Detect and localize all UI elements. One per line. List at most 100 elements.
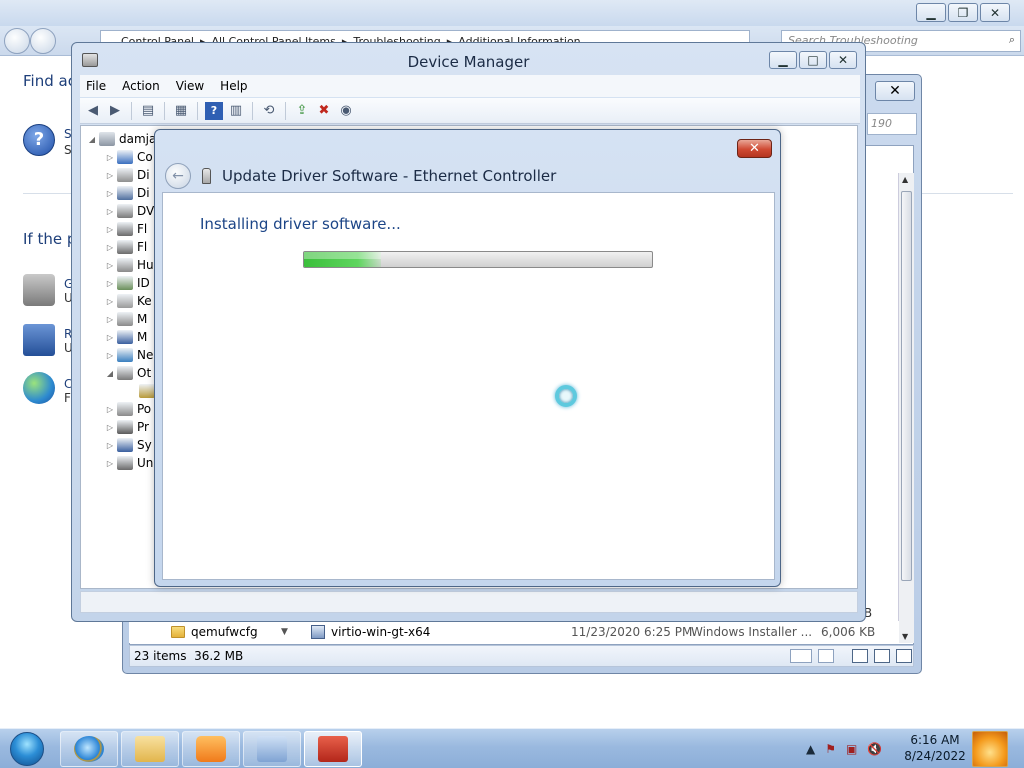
- windows-explorer-button[interactable]: [121, 731, 179, 767]
- search-input[interactable]: 190: [867, 113, 917, 135]
- expand-icon[interactable]: ▷: [105, 261, 115, 270]
- back-button[interactable]: [4, 28, 30, 54]
- clock-date: 8/24/2022: [904, 749, 966, 763]
- disable-icon[interactable]: ◉: [337, 102, 355, 120]
- scroll-down-icon[interactable]: ▼: [902, 632, 908, 641]
- file-name[interactable]: virtio-win-gt-x64: [331, 625, 571, 639]
- show-desktop-button[interactable]: [972, 731, 1008, 767]
- tree-category[interactable]: ▷ M: [105, 310, 147, 328]
- tree-category[interactable]: ▷ Sy: [105, 436, 152, 454]
- show-hide-tree-icon[interactable]: ▤: [139, 102, 157, 120]
- expand-icon[interactable]: ▷: [105, 225, 115, 234]
- tree-category[interactable]: ▷ M: [105, 328, 147, 346]
- menu-view[interactable]: View: [170, 79, 210, 93]
- volume-muted-icon[interactable]: 🔇: [867, 742, 882, 756]
- expand-icon[interactable]: ▷: [105, 441, 115, 450]
- expand-icon[interactable]: ▷: [105, 189, 115, 198]
- uninstall-icon[interactable]: ✖: [315, 102, 333, 120]
- back-arrow-icon[interactable]: ◀: [84, 102, 102, 120]
- menu-help[interactable]: Help: [214, 79, 253, 93]
- internet-explorer-button[interactable]: [60, 731, 118, 767]
- scroll-thumb[interactable]: [901, 191, 912, 581]
- expand-icon[interactable]: ▷: [105, 315, 115, 324]
- close-button[interactable]: ✕: [829, 51, 857, 69]
- preview-icon[interactable]: [818, 649, 834, 663]
- clock[interactable]: 6:16 AM 8/24/2022: [896, 732, 974, 764]
- update-driver-icon[interactable]: ⇪: [293, 102, 311, 120]
- tree-category[interactable]: ▷ DV: [105, 202, 154, 220]
- pane-icon[interactable]: [874, 649, 890, 663]
- view-icon[interactable]: ▥: [227, 102, 245, 120]
- tree-category[interactable]: ▷ Ke: [105, 292, 152, 310]
- tree-category[interactable]: ▷ Hu: [105, 256, 154, 274]
- expand-icon[interactable]: ▷: [105, 459, 115, 468]
- install-status-text: Installing driver software...: [200, 215, 401, 233]
- status-bar: [80, 591, 858, 613]
- expand-icon[interactable]: ▷: [105, 405, 115, 414]
- expand-icon[interactable]: ▷: [105, 351, 115, 360]
- expand-icon[interactable]: ▷: [105, 423, 115, 432]
- start-button[interactable]: [4, 730, 50, 768]
- tree-category[interactable]: ▷ Fl: [105, 238, 147, 256]
- network-icon[interactable]: ▣: [846, 742, 857, 756]
- tree-category[interactable]: ▷ Di: [105, 184, 150, 202]
- back-arrow-icon[interactable]: ←: [165, 163, 191, 189]
- collapse-icon[interactable]: ◢: [87, 135, 97, 144]
- tree-category[interactable]: ▷ ID: [105, 274, 150, 292]
- action-center-flag-icon[interactable]: ⚑: [825, 742, 836, 756]
- tree-folder-label[interactable]: qemufwcfg: [191, 625, 281, 639]
- tree-root[interactable]: ◢ damja: [87, 130, 156, 148]
- device-manager-button[interactable]: [304, 731, 362, 767]
- device-category-icon: [117, 456, 133, 470]
- menu-file[interactable]: File: [80, 79, 112, 93]
- forward-button[interactable]: [30, 28, 56, 54]
- layout-icon[interactable]: [852, 649, 868, 663]
- maximize-button[interactable]: □: [799, 51, 827, 69]
- device-icon: [202, 168, 211, 184]
- minimize-button[interactable]: ▁: [769, 51, 797, 69]
- cp-paragraph: If the p: [23, 230, 77, 248]
- tree-category[interactable]: ▷ Pr: [105, 418, 149, 436]
- expand-icon[interactable]: ▷: [105, 207, 115, 216]
- details-view-icon[interactable]: [790, 649, 812, 663]
- expand-icon[interactable]: ▷: [105, 153, 115, 162]
- cp-caption-buttons: ▁ ❐ ✕: [916, 3, 1010, 22]
- properties-icon[interactable]: ▦: [172, 102, 190, 120]
- expand-icon[interactable]: ▷: [105, 171, 115, 180]
- close-button[interactable]: ✕: [980, 3, 1010, 22]
- vertical-scrollbar[interactable]: ▲ ▼: [898, 173, 914, 643]
- close-button[interactable]: ✕: [875, 81, 915, 101]
- chevron-down-icon[interactable]: ▼: [281, 627, 301, 637]
- pane-icon[interactable]: [896, 649, 912, 663]
- tree-category[interactable]: ▷ Ne: [105, 346, 153, 364]
- collapse-icon[interactable]: ◢: [105, 369, 115, 378]
- expand-icon[interactable]: ▷: [105, 333, 115, 342]
- menu-action[interactable]: Action: [116, 79, 166, 93]
- expand-icon[interactable]: ▷: [105, 279, 115, 288]
- media-player-button[interactable]: [182, 731, 240, 767]
- expand-icon[interactable]: ▷: [105, 297, 115, 306]
- tree-category[interactable]: ▷ Po: [105, 400, 151, 418]
- progress-fill: [304, 252, 381, 267]
- restore-button[interactable]: ❐: [948, 3, 978, 22]
- tree-category[interactable]: ▷ Fl: [105, 220, 147, 238]
- progress-bar: [303, 251, 653, 268]
- minimize-button[interactable]: ▁: [916, 3, 946, 22]
- search-icon[interactable]: ⌕: [1009, 33, 1015, 47]
- tree-category[interactable]: ▷ Un: [105, 454, 153, 472]
- device-category-icon: [117, 276, 133, 290]
- scroll-up-icon[interactable]: ▲: [902, 175, 908, 184]
- tree-category[interactable]: ◢ Ot: [105, 364, 151, 382]
- tree-category[interactable]: ▷ Di: [105, 166, 150, 184]
- close-button[interactable]: ✕: [737, 139, 772, 158]
- file-row[interactable]: qemufwcfg ▼ virtio-win-gt-x64 11/23/2020…: [129, 621, 899, 643]
- show-hidden-icons-icon[interactable]: ▲: [806, 742, 815, 756]
- toolbox-icon: [318, 736, 348, 762]
- scan-hardware-icon[interactable]: ⟲: [260, 102, 278, 120]
- help-icon[interactable]: ?: [205, 101, 223, 120]
- expand-icon[interactable]: ▷: [105, 243, 115, 252]
- tree-category[interactable]: ▷ Co: [105, 148, 153, 166]
- forward-arrow-icon[interactable]: ▶: [106, 102, 124, 120]
- tree-label: Fl: [137, 240, 148, 254]
- control-panel-button[interactable]: [243, 731, 301, 767]
